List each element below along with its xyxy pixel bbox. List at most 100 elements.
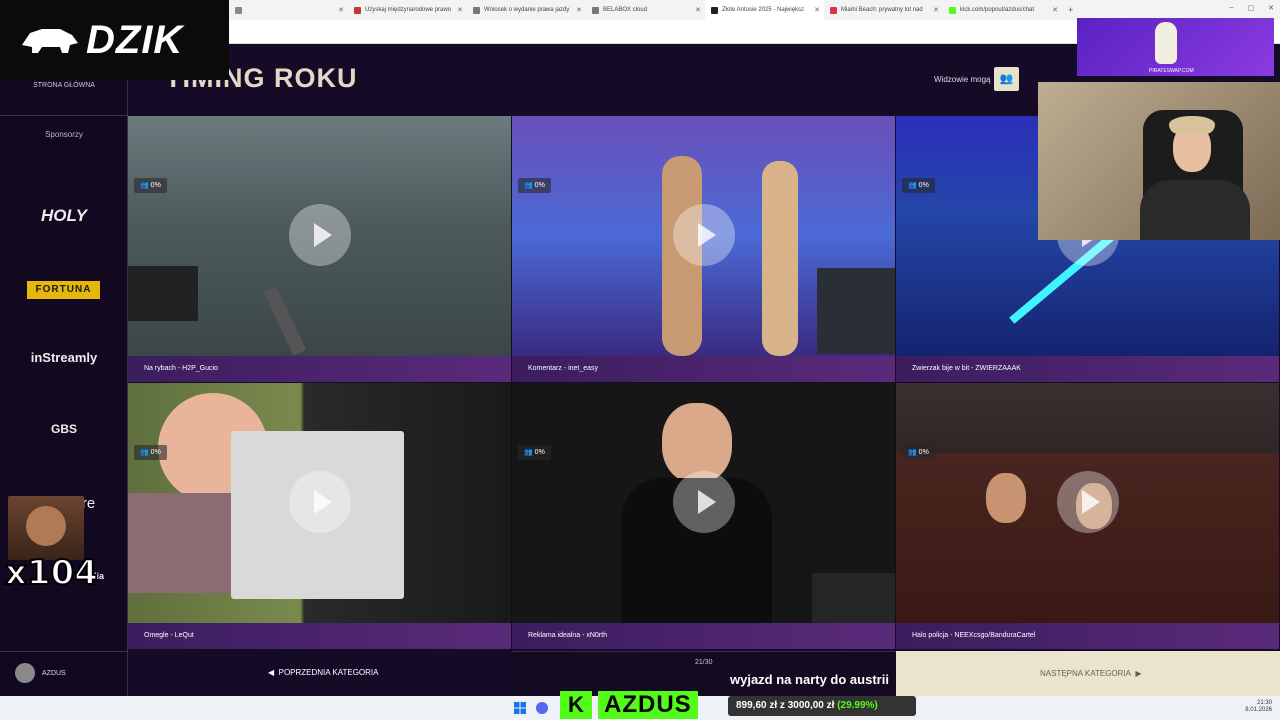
divider xyxy=(0,115,128,116)
system-clock[interactable]: 21:30 8.01.2026 xyxy=(1245,700,1272,714)
favicon-icon xyxy=(354,6,361,14)
tab-label: BELABOX cloud xyxy=(603,7,648,13)
favicon-icon xyxy=(830,6,837,14)
vote-percent-badge: 👥 0% xyxy=(902,445,935,460)
next-category-label[interactable]: NASTĘPNA KATEGORIA ▶ xyxy=(1040,669,1142,678)
vote-percent-badge: 👥 0% xyxy=(518,178,551,193)
card-caption: Komentarz - inet_easy xyxy=(512,356,895,382)
sponsor-fortuna[interactable]: FORTUNA xyxy=(27,281,100,299)
close-icon[interactable]: ✕ xyxy=(338,6,344,14)
percent-value: 0% xyxy=(534,182,545,189)
sponsors-heading: Sponsorzy xyxy=(45,130,83,139)
clock-time: 21:30 xyxy=(1256,700,1272,706)
video-card[interactable]: 👥 0% Halo policja - NEEXcsgo/BanduraCart… xyxy=(896,383,1279,649)
streamer-name: AZDUS xyxy=(598,691,698,719)
close-icon[interactable]: ✕ xyxy=(814,6,820,14)
streamer-hair xyxy=(1169,116,1215,134)
next-label: NASTĘPNA KATEGORIA xyxy=(1040,669,1131,678)
close-window-button[interactable]: ✕ xyxy=(1268,4,1274,12)
emote-image xyxy=(8,496,84,560)
donation-goal: 899,60 zł z 3000,00 zł (29.99%) xyxy=(728,696,916,716)
vote-percent-badge: 👥 0% xyxy=(902,178,935,193)
stream-goal-title: wyjazd na narty do austrii xyxy=(730,672,889,687)
play-button[interactable] xyxy=(289,204,351,266)
nav-home[interactable]: STRONA GŁÓWNA xyxy=(0,82,128,89)
tab-label: Miami Beach: prywatny lot nad xyxy=(841,7,923,13)
close-icon[interactable]: ✕ xyxy=(457,6,463,14)
browser-tab[interactable]: BELABOX cloud ✕ xyxy=(586,0,705,20)
play-button[interactable] xyxy=(673,204,735,266)
favicon-icon xyxy=(473,6,480,14)
sponsor-instreamly[interactable]: inStreamly xyxy=(0,350,128,365)
logo-text: DZIK xyxy=(86,17,184,62)
video-card[interactable]: 👥 0% Reklama idealna - xN0rth xyxy=(512,383,895,649)
emote-counter: x104 xyxy=(4,552,99,594)
sponsor-gbs[interactable]: GBS xyxy=(0,422,128,436)
viewers-label: Widzowie mogą xyxy=(934,75,991,84)
tab-label: Uzyskaj międzynarodowe prawo xyxy=(365,7,452,13)
avatar xyxy=(15,663,35,683)
emote-face xyxy=(26,506,66,546)
browser-tab[interactable]: Złote Antosie 2025 - Największ ✕ xyxy=(705,0,824,20)
webcam-inset xyxy=(812,573,895,623)
ad-site: PIRATESWAP.COM xyxy=(1149,68,1194,74)
browser-tab-bar: ✕ Uzyskaj międzynarodowe prawo ✕ Wniosek o … xyxy=(229,0,1280,20)
favicon-icon xyxy=(235,6,242,14)
username: AZDUS xyxy=(42,669,66,677)
card-caption: Omegle - LeQut xyxy=(128,623,511,649)
card-caption: Zwierzak bije w bit - ZWIERZAAAK xyxy=(896,356,1279,382)
prev-category-button[interactable]: ◀ POPRZEDNIA KATEGORIA xyxy=(268,668,378,677)
video-card[interactable]: 👥 0% Komentarz - inet_easy xyxy=(512,116,895,382)
streamer-webcam xyxy=(1038,82,1280,240)
prev-label: POPRZEDNIA KATEGORIA xyxy=(278,668,379,677)
kick-logo: K xyxy=(560,691,592,719)
browser-tab[interactable]: Uzyskaj międzynarodowe prawo ✕ xyxy=(348,0,467,20)
fishing-rod xyxy=(263,286,307,356)
minimize-button[interactable]: – xyxy=(1230,4,1234,12)
favicon-icon xyxy=(711,6,718,14)
user-profile[interactable]: AZDUS xyxy=(15,663,66,683)
percent-value: 0% xyxy=(150,449,161,456)
close-icon[interactable]: ✕ xyxy=(1052,6,1058,14)
screen: ✕ Uzyskaj międzynarodowe prawo ✕ Wniosek o … xyxy=(0,0,1280,720)
new-tab-button[interactable]: + xyxy=(1068,5,1073,15)
browser-tab[interactable]: ✕ xyxy=(229,0,348,20)
video-card[interactable]: 👥 0% Omegle - LeQut xyxy=(128,383,511,649)
close-icon[interactable]: ✕ xyxy=(695,6,701,14)
play-button[interactable] xyxy=(673,471,735,533)
vote-percent-badge: 👥 0% xyxy=(518,445,551,460)
clock-date: 8.01.2026 xyxy=(1245,707,1272,713)
maximize-button[interactable]: ▢ xyxy=(1248,4,1255,12)
card-caption: Reklama idealna - xN0rth xyxy=(512,623,895,649)
browser-tab[interactable]: Wniosek o wydanie prawa jazdy ✕ xyxy=(467,0,586,20)
streamer-shirt xyxy=(1140,180,1250,240)
goal-amount: 899,60 zł z 3000,00 zł xyxy=(736,700,835,711)
card-caption: Halo policja - NEEXcsgo/BanduraCartel xyxy=(896,623,1279,649)
webcam-inset xyxy=(817,268,895,354)
percent-value: 0% xyxy=(534,449,545,456)
close-icon[interactable]: ✕ xyxy=(933,6,939,14)
window-controls: – ▢ ✕ xyxy=(1230,4,1274,12)
boar-icon xyxy=(22,29,78,53)
tab-label: Złote Antosie 2025 - Największ xyxy=(722,7,805,13)
video-card[interactable]: 👥 0% Na rybach - H2P_Gucio xyxy=(128,116,511,382)
app-icon[interactable] xyxy=(534,700,550,716)
favicon-icon xyxy=(949,6,956,14)
windows-start-icon[interactable] xyxy=(512,700,528,716)
close-icon[interactable]: ✕ xyxy=(576,6,582,14)
favicon-icon xyxy=(592,6,599,14)
person-face xyxy=(986,473,1026,523)
browser-tab[interactable]: kick.com/popout/azdus/chat ✕ xyxy=(943,0,1062,20)
play-button[interactable] xyxy=(1057,471,1119,533)
users-icon: 👥 xyxy=(999,73,1014,85)
sponsor-holy[interactable]: HOLY xyxy=(0,206,128,226)
browser-tab[interactable]: Miami Beach: prywatny lot nad ✕ xyxy=(824,0,943,20)
percent-value: 0% xyxy=(918,449,929,456)
divider xyxy=(0,651,128,652)
dzik-logo: DZIK xyxy=(0,0,229,80)
viewers-button[interactable]: 👥 xyxy=(994,67,1019,91)
model-figure xyxy=(762,161,798,356)
pirateswap-ad: PIRATESWAP.COM xyxy=(1077,18,1274,76)
duck-mascot xyxy=(1155,22,1177,64)
play-button[interactable] xyxy=(289,471,351,533)
